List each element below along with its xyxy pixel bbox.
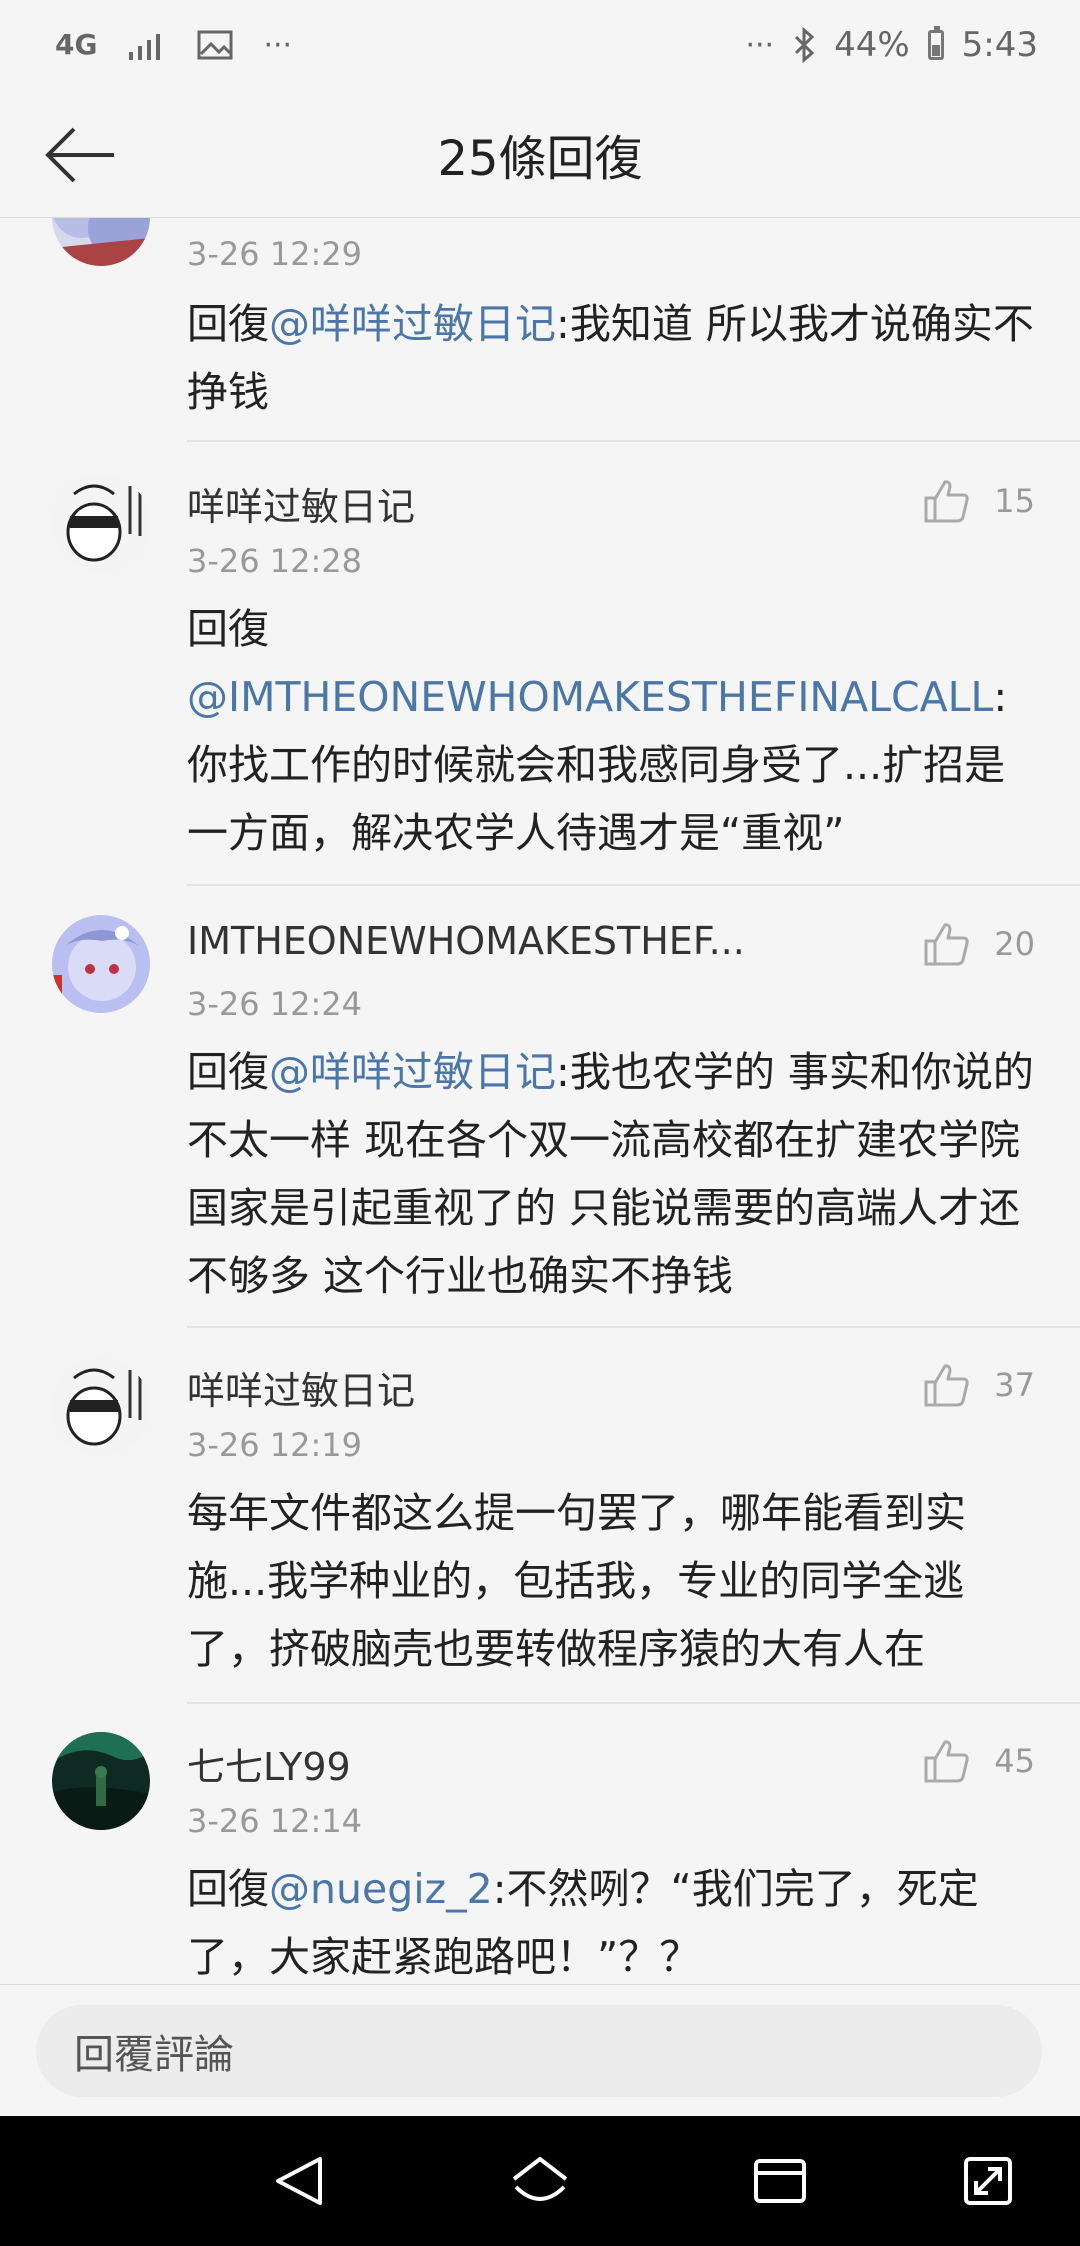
more-notifications-icon: ··· bbox=[263, 27, 293, 63]
mention-link[interactable]: @nuegiz_2 bbox=[269, 1865, 493, 1913]
mention-link[interactable]: @咩咩过敏日记 bbox=[269, 1048, 556, 1096]
bluetooth-icon bbox=[795, 27, 815, 63]
page-title: 25條回復 bbox=[437, 130, 643, 187]
reply-bar: 回覆評論 bbox=[0, 1984, 1080, 2117]
battery-icon bbox=[927, 26, 944, 60]
nav-screen-rotate-button[interactable] bbox=[956, 2151, 1020, 2211]
nav-recents-icon bbox=[754, 2159, 806, 2203]
like-count: 37 bbox=[994, 1366, 1035, 1404]
commenter-name[interactable]: 七七LY99 bbox=[187, 1736, 351, 1791]
like-button[interactable]: 15 bbox=[922, 478, 1035, 524]
signal-icon bbox=[129, 34, 161, 60]
comment-time: 3-26 12:29 bbox=[187, 235, 363, 273]
more-status-icon: ··· bbox=[745, 27, 775, 63]
comment-body: 回復@nuegiz_2:不然咧？“我们完了，死定了，大家赶紧跑路吧！”？？ bbox=[187, 1855, 1037, 1984]
reply-list[interactable]: 3-26 12:29 回復@咩咩过敏日记:我知道 所以我才说确实不挣钱 咩咩过敏… bbox=[0, 218, 1080, 1984]
mention-link[interactable]: @IMTHEONEWHOMAKESTHEFINALCALL bbox=[187, 673, 993, 721]
image-notification-icon bbox=[197, 30, 233, 60]
comment-item: 七七LY99 3-26 12:14 45 回復@nuegiz_2:不然咧？“我们… bbox=[0, 1702, 1080, 1984]
battery-percent: 44% bbox=[834, 25, 910, 65]
like-button[interactable]: 45 bbox=[922, 1738, 1035, 1784]
commenter-name[interactable]: 咩咩过敏日记 bbox=[187, 1360, 415, 1415]
nav-back-icon bbox=[276, 2157, 322, 2205]
comment-time: 3-26 12:24 bbox=[187, 985, 363, 1023]
comment-body: 回復@咩咩过敏日记:我知道 所以我才说确实不挣钱 bbox=[187, 290, 1037, 426]
reply-prefix: 回復 bbox=[187, 1048, 269, 1096]
reply-input[interactable]: 回覆評論 bbox=[36, 2005, 1042, 2097]
nav-home-icon bbox=[512, 2157, 568, 2201]
status-bar-right: ··· 44% 5:43 bbox=[745, 0, 1038, 90]
thumbs-up-icon bbox=[924, 1364, 969, 1407]
reply-prefix: 回復 bbox=[187, 1865, 269, 1913]
avatar[interactable] bbox=[52, 218, 150, 266]
expand-icon bbox=[964, 2157, 1012, 2205]
like-count: 15 bbox=[994, 482, 1035, 520]
avatar[interactable] bbox=[52, 1358, 150, 1456]
commenter-name[interactable]: IMTHEONEWHOMAKESTHEF... bbox=[187, 919, 745, 963]
comment-item: 咩咩过敏日记 3-26 12:28 15 回復 @IMTHEONEWHOMAKES… bbox=[0, 442, 1080, 886]
like-count: 20 bbox=[994, 925, 1035, 963]
comment-item: IMTHEONEWHOMAKESTHEF... 3-26 12:24 20 回復… bbox=[0, 885, 1080, 1328]
like-count: 45 bbox=[994, 1742, 1035, 1780]
nav-home-button[interactable] bbox=[508, 2151, 572, 2211]
nav-recents-button[interactable] bbox=[748, 2151, 812, 2211]
nav-back-button[interactable] bbox=[268, 2151, 332, 2211]
thumbs-up-icon bbox=[924, 480, 969, 523]
system-nav-bar bbox=[0, 2116, 1080, 2246]
like-button[interactable]: 20 bbox=[922, 921, 1035, 967]
avatar[interactable] bbox=[52, 1732, 150, 1830]
like-button[interactable]: 37 bbox=[922, 1362, 1035, 1408]
avatar[interactable] bbox=[52, 474, 150, 572]
comment-body: 回復@咩咩过敏日记:我也农学的 事实和你说的不太一样 现在各个双一流高校都在扩建… bbox=[187, 1038, 1037, 1310]
avatar[interactable] bbox=[52, 915, 150, 1013]
comment-body: 每年文件都这么提一句罢了，哪年能看到实施...我学种业的，包括我，专业的同学全逃… bbox=[187, 1489, 966, 1673]
mention-link[interactable]: @咩咩过敏日记 bbox=[269, 300, 556, 348]
reply-prefix: 回復 bbox=[187, 300, 269, 348]
status-bar: 4G ··· ··· 44% 5:43 bbox=[0, 0, 1080, 90]
status-bar-left: 4G ··· bbox=[55, 0, 292, 90]
network-type: 4G bbox=[55, 28, 98, 61]
comment-time: 3-26 12:28 bbox=[187, 542, 363, 580]
app-header: 25條回復 bbox=[0, 90, 1080, 218]
comment-time: 3-26 12:14 bbox=[187, 1802, 363, 1840]
commenter-name[interactable]: 咩咩过敏日记 bbox=[187, 476, 415, 531]
comment-body: 回復 @IMTHEONEWHOMAKESTHEFINALCALL:你找工作的时候就… bbox=[187, 595, 1037, 867]
thumbs-up-icon bbox=[924, 1740, 969, 1783]
clock: 5:43 bbox=[961, 25, 1038, 65]
reply-prefix: 回復 bbox=[187, 605, 269, 653]
thumbs-up-icon bbox=[924, 923, 969, 966]
comment-item: 咩咩过敏日记 3-26 12:19 37 每年文件都这么提一句罢了，哪年能看到实… bbox=[0, 1326, 1080, 1704]
comment-time: 3-26 12:19 bbox=[187, 1426, 363, 1464]
